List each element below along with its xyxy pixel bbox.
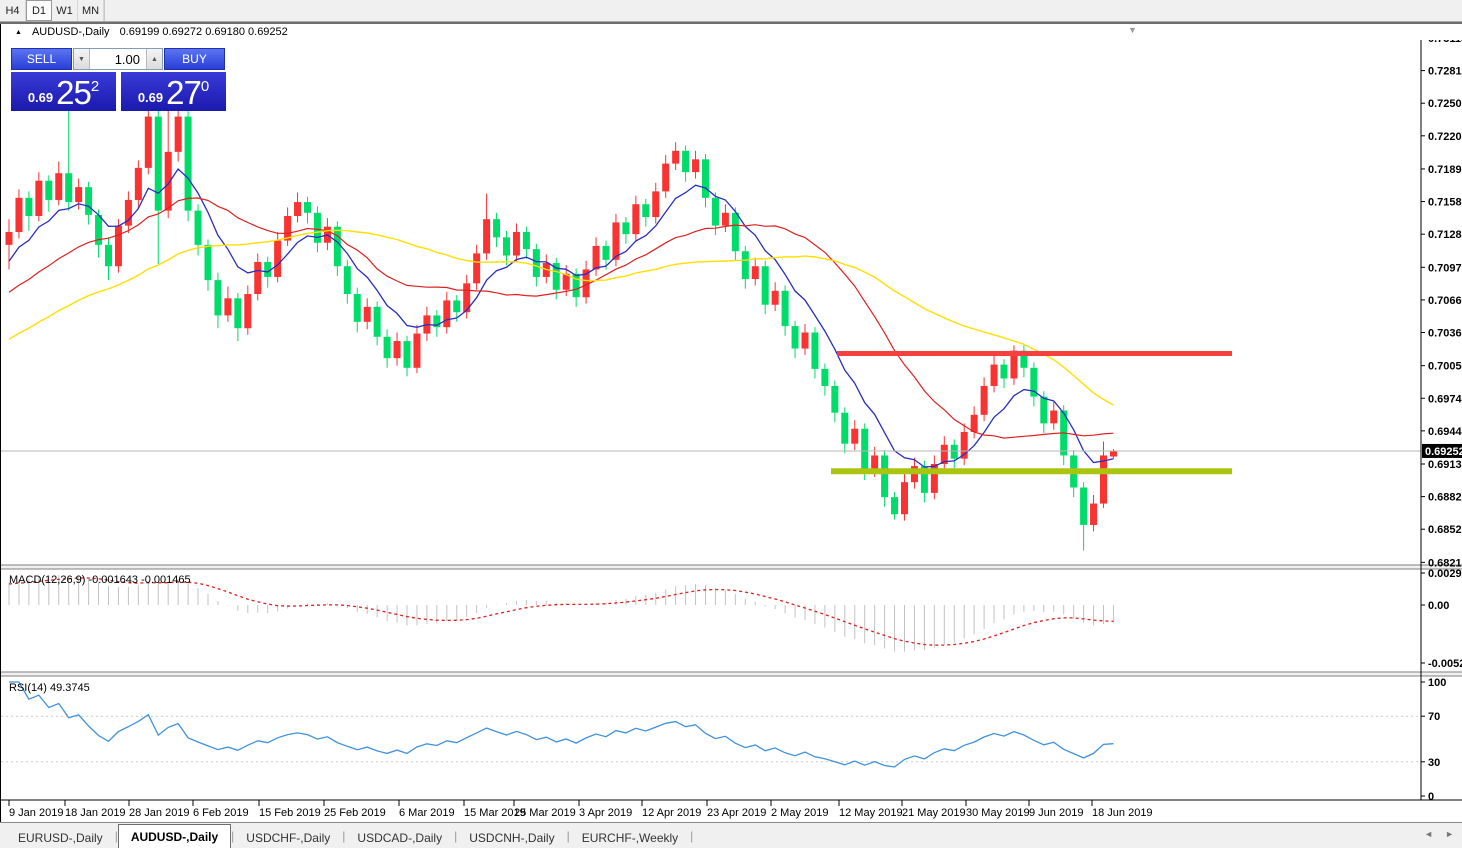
- svg-text:0.69440: 0.69440: [1428, 426, 1462, 438]
- volume-decrease-button[interactable]: ▼: [74, 49, 90, 69]
- svg-text:0.69745: 0.69745: [1428, 393, 1462, 405]
- svg-text:0: 0: [1428, 791, 1434, 803]
- svg-text:0.69130: 0.69130: [1428, 459, 1462, 471]
- svg-text:0.70360: 0.70360: [1428, 328, 1462, 340]
- buy-price-big: 27: [166, 78, 201, 108]
- sell-button[interactable]: SELL: [11, 48, 72, 70]
- svg-text:18 Jun 2019: 18 Jun 2019: [1092, 807, 1153, 819]
- timeframe-button-w1[interactable]: W1: [52, 0, 78, 21]
- svg-text:0.00: 0.00: [1428, 600, 1449, 612]
- volume-spinner: ▼ 1.00 ▲: [73, 48, 163, 70]
- svg-text:28 Jan 2019: 28 Jan 2019: [129, 807, 190, 819]
- svg-text:RSI(14) 49.3745: RSI(14) 49.3745: [9, 682, 90, 694]
- svg-text:12 Apr 2019: 12 Apr 2019: [642, 807, 701, 819]
- tab-usdcad-daily[interactable]: USDCAD-,Daily: [345, 827, 454, 848]
- svg-text:25 Mar 2019: 25 Mar 2019: [514, 807, 576, 819]
- timeframe-button-h4[interactable]: H4: [0, 0, 26, 21]
- tabs-scroll-left-icon[interactable]: ◄: [1424, 829, 1433, 839]
- toolbar-spacer: [104, 0, 1462, 21]
- svg-text:-0.005256: -0.005256: [1428, 658, 1462, 670]
- svg-text:0.71280: 0.71280: [1428, 229, 1462, 241]
- svg-text:9 Jun 2019: 9 Jun 2019: [1029, 807, 1083, 819]
- chart-title-bar: ▲ AUDUSD-,Daily 0.69199 0.69272 0.69180 …: [0, 24, 1462, 40]
- timeframe-button-d1[interactable]: D1: [26, 0, 52, 21]
- svg-text:MACD(12,26,9) -0.001643 -0.001: MACD(12,26,9) -0.001643 -0.001465: [9, 574, 191, 586]
- tab-eurchf-weekly[interactable]: EURCHF-,Weekly: [570, 827, 690, 848]
- svg-text:100: 100: [1428, 677, 1446, 689]
- svg-text:0.70665: 0.70665: [1428, 295, 1462, 307]
- svg-text:0.002984: 0.002984: [1428, 568, 1462, 580]
- svg-text:25 Feb 2019: 25 Feb 2019: [324, 807, 386, 819]
- svg-text:9 Jan 2019: 9 Jan 2019: [9, 807, 63, 819]
- svg-text:0.70050: 0.70050: [1428, 361, 1462, 373]
- svg-text:0.72810: 0.72810: [1428, 66, 1462, 78]
- buy-price-prefix: 0.69: [138, 90, 163, 105]
- buy-button[interactable]: BUY: [164, 48, 225, 70]
- svg-text:15 Feb 2019: 15 Feb 2019: [259, 807, 321, 819]
- tab-eurusd-daily[interactable]: EURUSD-,Daily: [6, 827, 115, 848]
- sell-price-sup: 2: [91, 78, 99, 95]
- svg-text:12 May 2019: 12 May 2019: [839, 807, 903, 819]
- tab-audusd-daily[interactable]: AUDUSD-,Daily: [118, 824, 231, 848]
- svg-text:6 Mar 2019: 6 Mar 2019: [399, 807, 455, 819]
- window-collapse-icon[interactable]: ▲: [15, 29, 22, 36]
- timeframe-button-mn[interactable]: MN: [78, 0, 104, 21]
- sell-price-prefix: 0.69: [28, 90, 53, 105]
- tab-usdcnh-daily[interactable]: USDCNH-,Daily: [457, 827, 566, 848]
- svg-text:0.68520: 0.68520: [1428, 524, 1462, 536]
- svg-text:0.69252: 0.69252: [1425, 446, 1462, 458]
- buy-price-panel[interactable]: 0.69 27 0: [121, 72, 226, 111]
- chart-ohlc-values: 0.69199 0.69272 0.69180 0.69252: [120, 26, 288, 38]
- svg-text:70: 70: [1428, 711, 1440, 723]
- svg-text:30: 30: [1428, 757, 1440, 769]
- sell-price-big: 25: [56, 78, 91, 108]
- svg-text:0.72200: 0.72200: [1428, 131, 1462, 143]
- symbol-tab-bar: EURUSD-,Daily|AUDUSD-,Daily|USDCHF-,Dail…: [0, 822, 1462, 848]
- svg-text:0.71585: 0.71585: [1428, 197, 1462, 209]
- chart-symbol-title: AUDUSD-,Daily: [32, 26, 110, 38]
- sell-price-panel[interactable]: 0.69 25 2: [11, 72, 116, 111]
- volume-input[interactable]: 1.00: [90, 49, 146, 69]
- svg-text:0.72505: 0.72505: [1428, 98, 1462, 110]
- svg-text:30 May 2019: 30 May 2019: [966, 807, 1030, 819]
- svg-text:3 Apr 2019: 3 Apr 2019: [579, 807, 632, 819]
- price-chart-canvas[interactable]: 0.692520.731150.728100.725050.722000.718…: [1, 40, 1462, 822]
- svg-text:0.68825: 0.68825: [1428, 492, 1462, 504]
- tab-separator: |: [690, 829, 693, 843]
- svg-text:6 Feb 2019: 6 Feb 2019: [193, 807, 249, 819]
- svg-text:0.71890: 0.71890: [1428, 164, 1462, 176]
- svg-text:2 May 2019: 2 May 2019: [771, 807, 828, 819]
- svg-text:0.70970: 0.70970: [1428, 262, 1462, 274]
- volume-increase-button[interactable]: ▲: [146, 49, 162, 69]
- tabs-scroll-right-icon[interactable]: ►: [1445, 829, 1454, 839]
- svg-text:18 Jan 2019: 18 Jan 2019: [65, 807, 126, 819]
- buy-price-sup: 0: [201, 78, 209, 95]
- tab-usdchf-daily[interactable]: USDCHF-,Daily: [234, 827, 342, 848]
- svg-text:23 Apr 2019: 23 Apr 2019: [707, 807, 766, 819]
- svg-text:21 May 2019: 21 May 2019: [902, 807, 966, 819]
- chart-area[interactable]: 0.692520.731150.728100.725050.722000.718…: [0, 40, 1462, 822]
- timeframe-toolbar: H4D1W1MN: [0, 0, 1462, 22]
- svg-text:0.73115: 0.73115: [1428, 40, 1462, 45]
- one-click-trading-widget: SELL ▼ 1.00 ▲ BUY 0.69 25 2 0.69 27 0: [11, 48, 226, 111]
- chart-shift-marker-icon[interactable]: ▼: [1128, 25, 1137, 35]
